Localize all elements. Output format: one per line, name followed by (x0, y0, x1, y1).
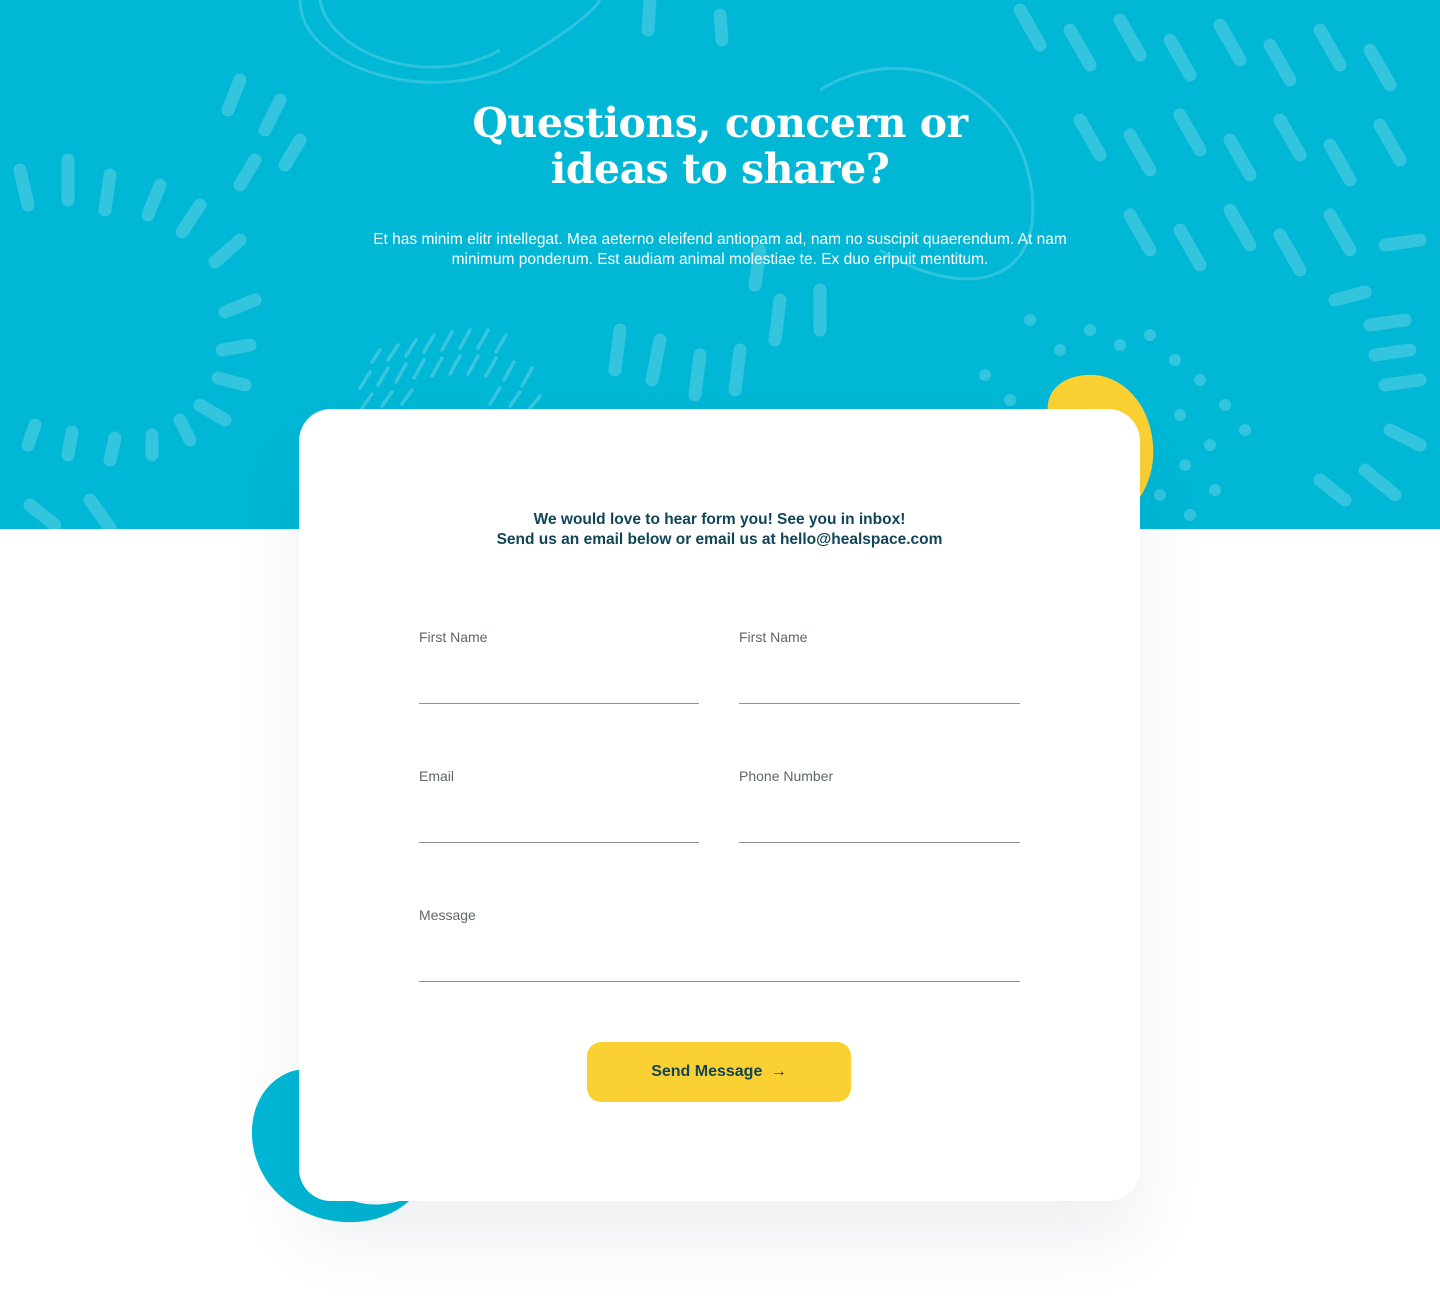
phone-number-field: Phone Number (739, 767, 1020, 843)
message-label: Message (419, 907, 476, 923)
second-first-name-field: First Name (739, 628, 1020, 704)
phone-number-label: Phone Number (739, 768, 834, 784)
contact-form-card: We would love to hear form you! See you … (299, 409, 1140, 1201)
page-title-line-2: ideas to share? (550, 145, 890, 193)
email-label: Email (419, 768, 455, 784)
hero-description: Et has minim elitr intellegat. Mea aeter… (373, 231, 1067, 268)
email-input[interactable] (419, 801, 699, 831)
message-input[interactable] (419, 940, 1020, 970)
page-title: Questions, concern or ideas to share? (420, 100, 1020, 192)
phone-number-input[interactable] (739, 801, 1020, 831)
first-name-label: First Name (419, 629, 488, 645)
first-name-field: First Name (419, 628, 699, 704)
form-intro-line-2: Send us an email below or email us at he… (496, 531, 943, 548)
form-intro-line-1: We would love to hear form you! See you … (533, 511, 906, 528)
send-message-label: Send Message (651, 1063, 763, 1080)
page-title-line-1: Questions, concern or (472, 99, 968, 147)
arrow-right-icon: → (770, 1063, 787, 1080)
form-intro: We would love to hear form you! See you … (299, 510, 1140, 550)
second-first-name-input[interactable] (739, 662, 1020, 692)
message-field: Message (419, 906, 1020, 982)
contact-page: Questions, concern or ideas to share? Et… (0, 0, 1440, 1302)
second-first-name-label: First Name (739, 629, 808, 645)
email-field: Email (419, 767, 699, 843)
send-message-button[interactable]: Send Message → (587, 1042, 851, 1102)
first-name-input[interactable] (419, 662, 699, 692)
